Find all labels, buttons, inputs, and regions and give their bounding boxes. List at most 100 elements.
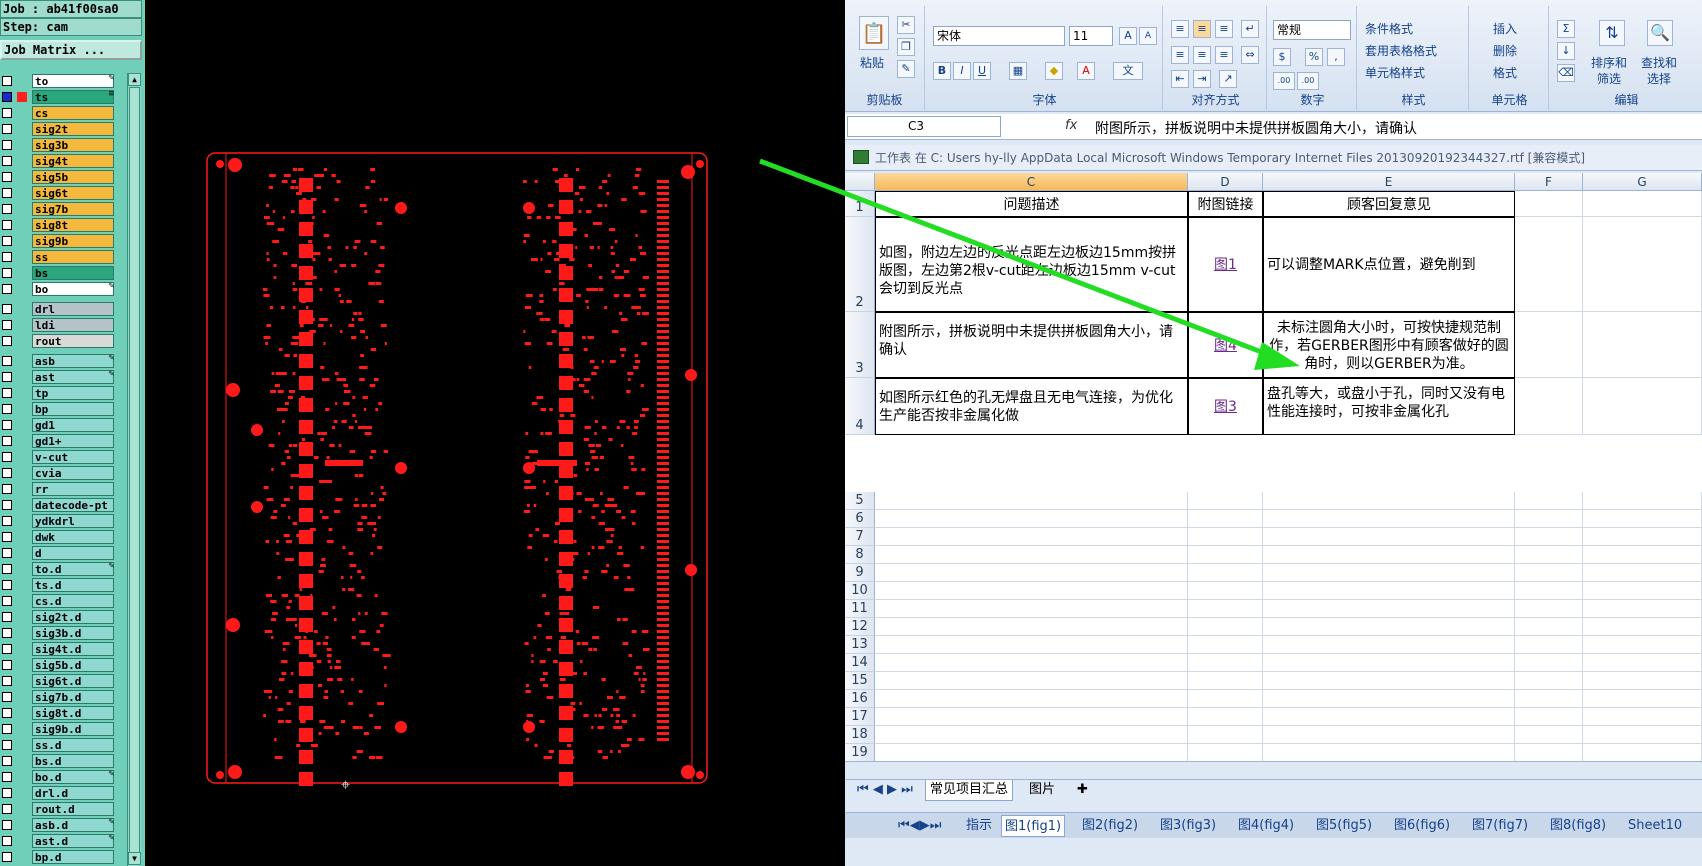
- row-header[interactable]: 10: [845, 582, 875, 600]
- layer-name[interactable]: sig6t.d: [32, 674, 114, 688]
- align-left-icon[interactable]: ≡: [1171, 46, 1189, 64]
- layer-checkbox[interactable]: [2, 644, 12, 654]
- empty-cell[interactable]: [1188, 654, 1263, 672]
- row-header[interactable]: 15: [845, 672, 875, 690]
- layer-row[interactable]: sig8t.d: [0, 705, 116, 721]
- layer-row[interactable]: cs.d: [0, 593, 116, 609]
- scroll-down-icon[interactable]: ▼: [128, 852, 141, 865]
- empty-cell[interactable]: [875, 690, 1188, 708]
- outer-sheet-nav-icon[interactable]: ⏮◀▶⏭: [895, 815, 944, 837]
- layer-row[interactable]: tp: [0, 385, 116, 401]
- layer-checkbox[interactable]: [2, 268, 12, 278]
- layer-row[interactable]: ast.d ✎: [0, 833, 116, 849]
- layer-row[interactable]: rr: [0, 481, 116, 497]
- layer-checkbox[interactable]: [2, 304, 12, 314]
- cell-e[interactable]: 盘孔等大，或盘小于孔，同时又没有电性能连接时，可按非金属化孔: [1263, 378, 1515, 435]
- row-header[interactable]: 2: [845, 217, 875, 312]
- empty-cell[interactable]: [1515, 564, 1583, 582]
- cell-g[interactable]: [1583, 378, 1702, 435]
- layer-row[interactable]: sig9b.d: [0, 721, 116, 737]
- layer-row[interactable]: asb ✎: [0, 353, 116, 369]
- layer-row[interactable]: ldi: [0, 317, 116, 333]
- column-header[interactable]: D: [1188, 173, 1263, 191]
- row-header[interactable]: 16: [845, 690, 875, 708]
- empty-cell[interactable]: [1583, 582, 1702, 600]
- layer-list-scrollbar[interactable]: ▲ ▼: [127, 73, 141, 866]
- format-as-table-button[interactable]: 套用表格格式: [1365, 42, 1437, 59]
- layer-checkbox[interactable]: [2, 76, 12, 86]
- currency-icon[interactable]: $: [1273, 48, 1291, 66]
- column-header[interactable]: C: [875, 173, 1188, 191]
- format-painter-icon[interactable]: ✎: [897, 60, 915, 78]
- layer-name[interactable]: asb.d: [32, 818, 114, 832]
- layer-checkbox[interactable]: [2, 140, 12, 150]
- layer-checkbox[interactable]: [2, 820, 12, 830]
- empty-cell[interactable]: [1263, 636, 1515, 654]
- empty-cell[interactable]: [875, 636, 1188, 654]
- empty-cell[interactable]: [1515, 672, 1583, 690]
- layer-name[interactable]: rr: [32, 482, 114, 496]
- layer-row[interactable]: dwk: [0, 529, 116, 545]
- outer-sheet-tab[interactable]: 指示: [963, 815, 995, 837]
- cell-f[interactable]: [1515, 312, 1583, 378]
- scroll-thumb[interactable]: [129, 87, 140, 857]
- empty-cell[interactable]: [1263, 726, 1515, 744]
- layer-checkbox[interactable]: [2, 612, 12, 622]
- formula-input[interactable]: 附图所示，拼板说明中未提供拼板圆角大小，请确认: [1095, 118, 1417, 138]
- layer-checkbox[interactable]: [2, 252, 12, 262]
- cell-g[interactable]: [1583, 191, 1702, 217]
- layer-name[interactable]: bs: [32, 266, 114, 280]
- layer-checkbox[interactable]: [2, 548, 12, 558]
- outer-sheet-tab[interactable]: 图2(fig2): [1079, 815, 1141, 837]
- layer-checkbox[interactable]: [2, 452, 12, 462]
- outer-sheet-tab[interactable]: 图6(fig6): [1391, 815, 1453, 837]
- row-header[interactable]: 7: [845, 528, 875, 546]
- layer-name[interactable]: drl.d: [32, 786, 114, 800]
- empty-cell[interactable]: [1583, 672, 1702, 690]
- find-select-label[interactable]: 查找和: [1641, 54, 1677, 71]
- empty-cell[interactable]: [1583, 744, 1702, 762]
- column-header[interactable]: G: [1583, 173, 1702, 191]
- decrease-indent-icon[interactable]: ⇤: [1171, 70, 1189, 88]
- layer-checkbox[interactable]: [2, 660, 12, 670]
- cell-e[interactable]: 未标注圆角大小时，可按快捷规范制作，若GERBER图形中有顾客做好的圆角时，则以…: [1263, 312, 1515, 378]
- sort-filter-label-2[interactable]: 筛选: [1597, 70, 1621, 87]
- find-select-icon[interactable]: 🔍: [1647, 20, 1673, 46]
- layer-row[interactable]: v-cut: [0, 449, 116, 465]
- layer-checkbox[interactable]: [2, 516, 12, 526]
- empty-cell[interactable]: [1515, 546, 1583, 564]
- layer-checkbox[interactable]: [2, 388, 12, 398]
- layer-row[interactable]: ss.d: [0, 737, 116, 753]
- layer-name[interactable]: cvia: [32, 466, 114, 480]
- empty-cell[interactable]: [1263, 744, 1515, 762]
- empty-cell[interactable]: [875, 546, 1188, 564]
- align-middle-icon[interactable]: ≡: [1193, 20, 1211, 38]
- row-header[interactable]: 19: [845, 744, 875, 762]
- row-header[interactable]: 5: [845, 492, 875, 510]
- layer-name[interactable]: sig2t: [32, 122, 114, 136]
- layer-checkbox[interactable]: [2, 532, 12, 542]
- phonetic-icon[interactable]: 文: [1113, 62, 1143, 80]
- layer-checkbox[interactable]: [2, 336, 12, 346]
- layer-checkbox[interactable]: [2, 852, 12, 862]
- outer-sheet-tab[interactable]: 图3(fig3): [1157, 815, 1219, 837]
- layer-name[interactable]: sig8t: [32, 218, 114, 232]
- layer-name[interactable]: ss.d: [32, 738, 114, 752]
- fx-icon[interactable]: fx: [1065, 118, 1087, 133]
- layer-checkbox[interactable]: [2, 320, 12, 330]
- insert-sheet-icon[interactable]: ✚: [1073, 780, 1092, 801]
- outer-sheet-tab[interactable]: 图5(fig5): [1313, 815, 1375, 837]
- empty-cell[interactable]: [1583, 618, 1702, 636]
- layer-row[interactable]: bp: [0, 401, 116, 417]
- layer-checkbox[interactable]: [2, 772, 12, 782]
- empty-cell[interactable]: [1583, 510, 1702, 528]
- empty-cell[interactable]: [1515, 708, 1583, 726]
- layer-name[interactable]: to.d: [32, 562, 114, 576]
- layer-name[interactable]: rout: [32, 334, 114, 348]
- empty-cell[interactable]: [1188, 564, 1263, 582]
- layer-row[interactable]: sig4t.d: [0, 641, 116, 657]
- layer-name[interactable]: bo.d: [32, 770, 114, 784]
- empty-cell[interactable]: [875, 564, 1188, 582]
- layer-name[interactable]: ldi: [32, 318, 114, 332]
- empty-cell[interactable]: [1583, 654, 1702, 672]
